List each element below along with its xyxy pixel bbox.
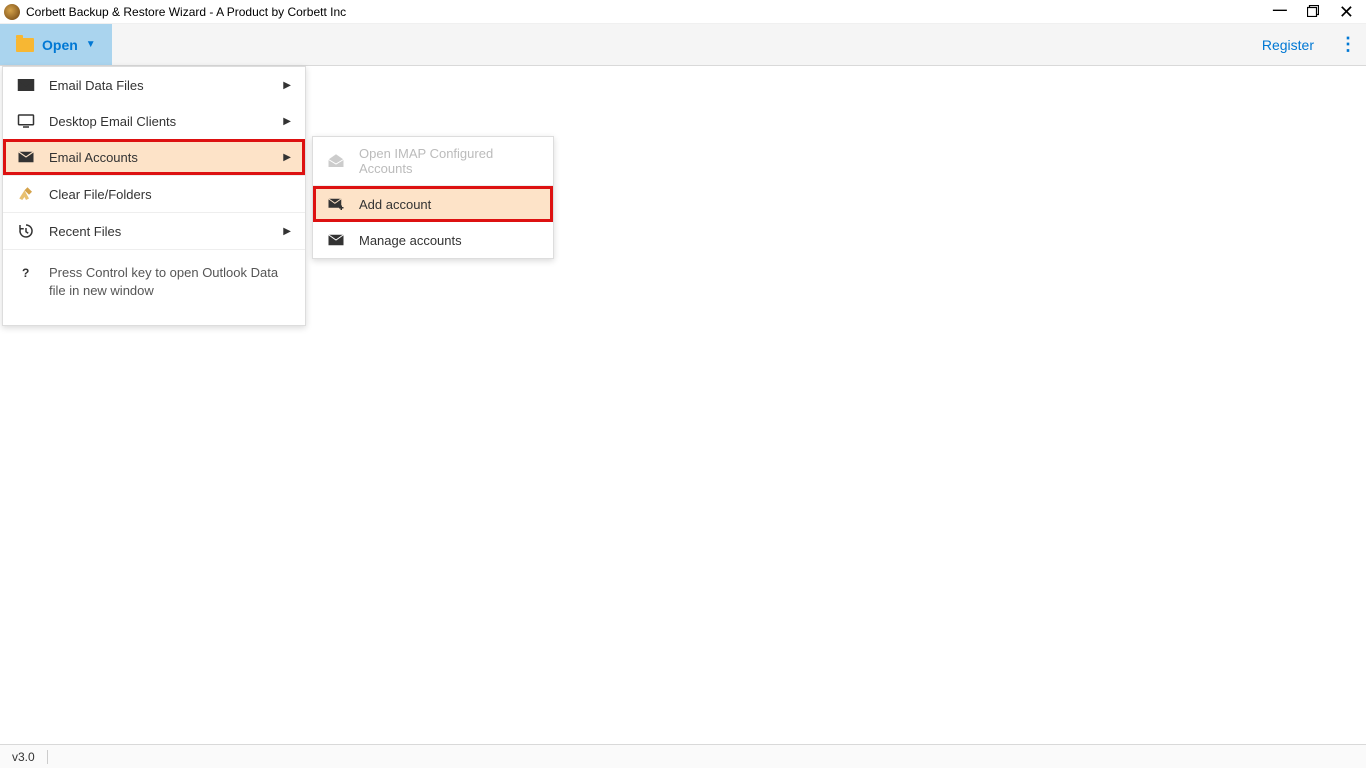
more-menu-button[interactable]: ⋮ (1330, 24, 1366, 65)
maximize-button[interactable] (1307, 5, 1319, 19)
divider (47, 750, 48, 764)
window-title: Corbett Backup & Restore Wizard - A Prod… (26, 5, 1273, 19)
minimize-button[interactable]: — (1273, 2, 1287, 16)
submenu-label: Open IMAP Configured Accounts (359, 146, 539, 176)
history-icon (17, 222, 35, 240)
envelope-plus-icon (327, 195, 345, 213)
menu-email-accounts[interactable]: Email Accounts ▶ (3, 139, 305, 175)
menu-label: Clear File/Folders (49, 187, 152, 202)
main-area: Email Data Files ▶ Desktop Email Clients… (0, 66, 1366, 744)
menu-label: Recent Files (49, 224, 121, 239)
chevron-right-icon: ▶ (283, 226, 291, 237)
app-icon (4, 4, 20, 20)
menu-desktop-email-clients[interactable]: Desktop Email Clients ▶ (3, 103, 305, 139)
monitor-icon (17, 112, 35, 130)
submenu-manage-accounts[interactable]: Manage accounts (313, 222, 553, 258)
submenu-add-account[interactable]: Add account (313, 186, 553, 222)
close-button[interactable]: ✕ (1339, 3, 1354, 21)
email-accounts-submenu: Open IMAP Configured Accounts Add accoun… (312, 136, 554, 259)
envelope-icon (17, 148, 35, 166)
chevron-right-icon: ▶ (283, 80, 291, 91)
open-dropdown-button[interactable]: Open ▼ (0, 24, 112, 65)
menu-clear-file-folders[interactable]: Clear File/Folders (3, 176, 305, 212)
submenu-label: Add account (359, 197, 431, 212)
menu-email-data-files[interactable]: Email Data Files ▶ (3, 67, 305, 103)
folder-icon (16, 38, 34, 52)
menu-help-hint: ? Press Control key to open Outlook Data… (3, 250, 305, 319)
status-version: v3.0 (12, 750, 35, 764)
caret-down-icon: ▼ (86, 39, 96, 50)
chevron-right-icon: ▶ (283, 116, 291, 127)
chevron-right-icon: ▶ (283, 152, 291, 163)
toolbar: Open ▼ Register ⋮ (0, 24, 1366, 66)
broom-icon (17, 185, 35, 203)
envelope-icon (17, 76, 35, 94)
menu-label: Desktop Email Clients (49, 114, 176, 129)
register-link[interactable]: Register (1246, 24, 1330, 65)
menu-label: Email Accounts (49, 150, 138, 165)
menu-recent-files[interactable]: Recent Files ▶ (3, 213, 305, 249)
window-controls: — ✕ (1273, 3, 1362, 21)
status-bar: v3.0 (0, 744, 1366, 768)
submenu-label: Manage accounts (359, 233, 462, 248)
submenu-open-imap: Open IMAP Configured Accounts (313, 137, 553, 185)
title-bar: Corbett Backup & Restore Wizard - A Prod… (0, 0, 1366, 24)
open-label: Open (42, 37, 78, 53)
menu-label: Email Data Files (49, 78, 144, 93)
svg-text:?: ? (22, 266, 29, 280)
question-icon: ? (17, 264, 35, 282)
help-hint-text: Press Control key to open Outlook Data f… (49, 264, 291, 299)
open-dropdown-menu: Email Data Files ▶ Desktop Email Clients… (2, 66, 306, 326)
envelope-open-icon (327, 152, 345, 170)
envelope-icon (327, 231, 345, 249)
